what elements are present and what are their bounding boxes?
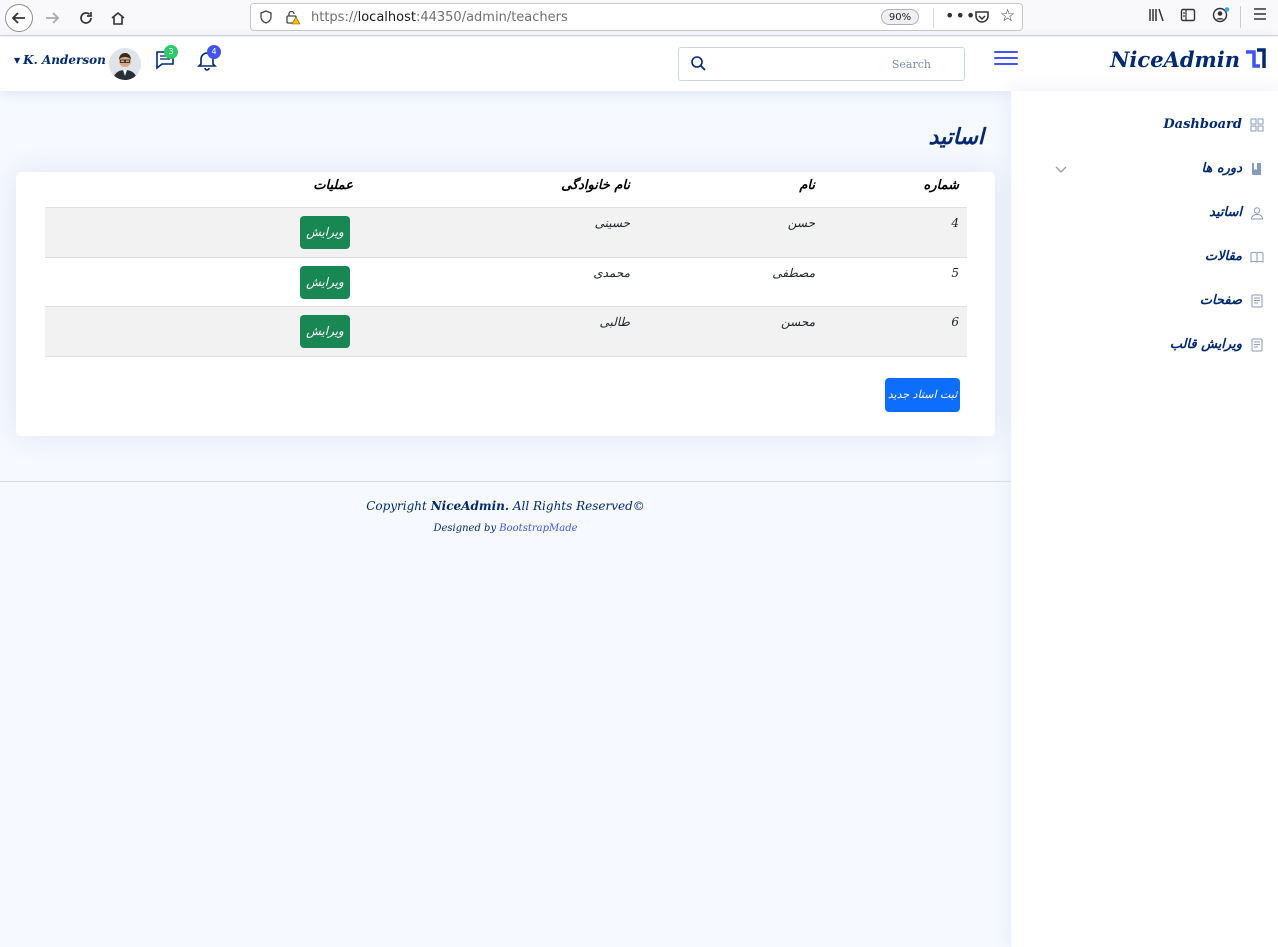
header-family: نام خانوادگی: [561, 178, 630, 193]
home-button[interactable]: [104, 4, 132, 32]
copyright-rights: All Rights Reserved: [512, 499, 633, 513]
copyright-symbol: ©: [632, 499, 645, 513]
sidebar-item-articles[interactable]: مقالات: [1205, 249, 1264, 264]
url-prefix: https://: [311, 10, 358, 25]
arrow-right-icon: [46, 12, 60, 24]
search-input[interactable]: [709, 54, 931, 74]
table-row: 5 مصطفی محمدی ویرایش: [45, 258, 967, 307]
teachers-card: شماره نام نام خانوادگی عملیات 4 حسن حسین…: [16, 172, 995, 436]
teachers-table: شماره نام نام خانوادگی عملیات 4 حسن حسین…: [45, 172, 967, 357]
insecure-lock-icon[interactable]: [285, 9, 301, 25]
sidebar-item-label: اساتید: [1209, 205, 1242, 220]
designer-link[interactable]: BootstrapMade: [499, 523, 577, 534]
app-header: NiceAdmin 4 3 ▼ K. Anderson: [0, 37, 1278, 91]
avatar[interactable]: [109, 48, 141, 80]
toggle-bar: [994, 63, 1018, 65]
cell-family: طالبی: [599, 315, 631, 329]
url-separator: [933, 8, 934, 28]
header-operations: عملیات: [313, 178, 353, 193]
person-icon: [1250, 206, 1264, 219]
reload-button[interactable]: [72, 4, 100, 32]
document-icon: [1251, 294, 1263, 307]
url-host: localhost: [357, 10, 416, 25]
hamburger-menu-icon[interactable]: [1253, 7, 1267, 25]
cell-name: حسن: [787, 216, 815, 230]
table-row: 6 محسن طالبی ویرایش: [45, 307, 967, 357]
chevron-down-icon[interactable]: [1055, 163, 1067, 175]
url-text[interactable]: https://localhost:44350/admin/teachers: [311, 10, 568, 25]
cell-number: 4: [951, 216, 959, 230]
cell-number: 6: [951, 315, 959, 329]
open-book-icon: [1250, 251, 1264, 263]
url-path: :44350/admin/teachers: [415, 10, 568, 25]
edit-button[interactable]: ویرایش: [300, 265, 350, 299]
cell-number: 5: [951, 265, 959, 280]
profile-dropdown[interactable]: ▼ K. Anderson: [14, 53, 106, 67]
sidebar-item-courses[interactable]: دوره ها: [1202, 161, 1265, 176]
zoom-level-badge[interactable]: 90%: [881, 9, 919, 25]
pocket-icon[interactable]: [974, 9, 990, 25]
caret-down-icon: ▼: [14, 55, 21, 65]
profile-photo: [109, 48, 141, 80]
cell-family: محمدی: [593, 265, 630, 280]
sidebar-item-label: دوره ها: [1201, 161, 1243, 176]
sidebar-toggle-icon[interactable]: [1180, 7, 1196, 27]
sidebar-item-label: مقالات: [1204, 249, 1242, 264]
header-name: نام: [799, 178, 815, 193]
footer: Copyright NiceAdmin. All Rights Reserved…: [0, 481, 1011, 561]
header-number: شماره: [923, 178, 959, 193]
credits: Designed by BootstrapMade: [0, 523, 1011, 534]
table-header: شماره نام نام خانوادگی عملیات: [45, 172, 967, 208]
table-row: 4 حسن حسینی ویرایش: [45, 208, 967, 258]
sidebar-item-dashboard[interactable]: Dashboard: [1163, 117, 1264, 132]
sidebar-item-teachers[interactable]: اساتید: [1209, 205, 1264, 220]
cell-name: مصطفی: [772, 265, 815, 280]
cell-name: محسن: [780, 315, 815, 329]
account-icon[interactable]: [1212, 7, 1230, 27]
back-button[interactable]: [5, 4, 33, 32]
sidebar-item-pages[interactable]: صفحات: [1200, 293, 1264, 308]
logo-text: NiceAdmin: [1110, 47, 1240, 72]
forward-button[interactable]: [38, 4, 66, 32]
arrow-left-icon: [11, 12, 25, 24]
library-icon[interactable]: [1148, 7, 1165, 27]
sidebar-item-edit-template[interactable]: ویرایش قالب: [1170, 337, 1264, 352]
add-teacher-button[interactable]: ثبت استاد جدید: [885, 378, 960, 412]
toggle-bar: [994, 51, 1018, 53]
page-title: اساتید: [928, 124, 984, 150]
notifications-badge: 4: [207, 45, 221, 59]
sidebar-item-label: صفحات: [1199, 293, 1242, 308]
messages-badge: 3: [164, 45, 178, 59]
book-icon: [1252, 162, 1261, 175]
toggle-bar: [994, 57, 1018, 59]
sidebar-item-label: ویرایش قالب: [1169, 337, 1242, 352]
grid-icon: [1250, 118, 1264, 131]
browser-toolbar: https://localhost:44350/admin/teachers 9…: [0, 0, 1278, 36]
search-icon[interactable]: [690, 55, 706, 71]
toolbar-separator: [1240, 6, 1241, 28]
search-bar: [678, 47, 965, 81]
bookmark-star-icon[interactable]: ☆: [1000, 6, 1015, 26]
logo[interactable]: NiceAdmin: [1110, 47, 1266, 72]
edit-button[interactable]: ویرایش: [300, 216, 350, 249]
cell-family: حسینی: [594, 216, 630, 230]
address-bar[interactable]: https://localhost:44350/admin/teachers 9…: [250, 3, 1023, 31]
profile-name: K. Anderson: [23, 53, 106, 67]
copyright: Copyright NiceAdmin. All Rights Reserved…: [0, 499, 1011, 513]
copyright-brand: NiceAdmin.: [430, 499, 510, 513]
edit-button[interactable]: ویرایش: [300, 315, 350, 348]
home-icon: [111, 11, 125, 25]
tracking-shield-icon[interactable]: [259, 10, 273, 24]
copyright-prefix: Copyright: [366, 499, 427, 513]
document-icon: [1251, 338, 1263, 351]
sidebar-toggle-button[interactable]: [994, 47, 1018, 69]
page-actions-menu-icon[interactable]: •••: [945, 6, 976, 25]
credits-prefix: Designed by: [433, 523, 497, 534]
logo-icon: [1246, 47, 1266, 68]
sidebar-item-label: Dashboard: [1163, 117, 1242, 132]
sidebar: Dashboard دوره ها اساتید مقالات صفحات وی…: [1011, 91, 1278, 947]
reload-icon: [80, 12, 92, 24]
